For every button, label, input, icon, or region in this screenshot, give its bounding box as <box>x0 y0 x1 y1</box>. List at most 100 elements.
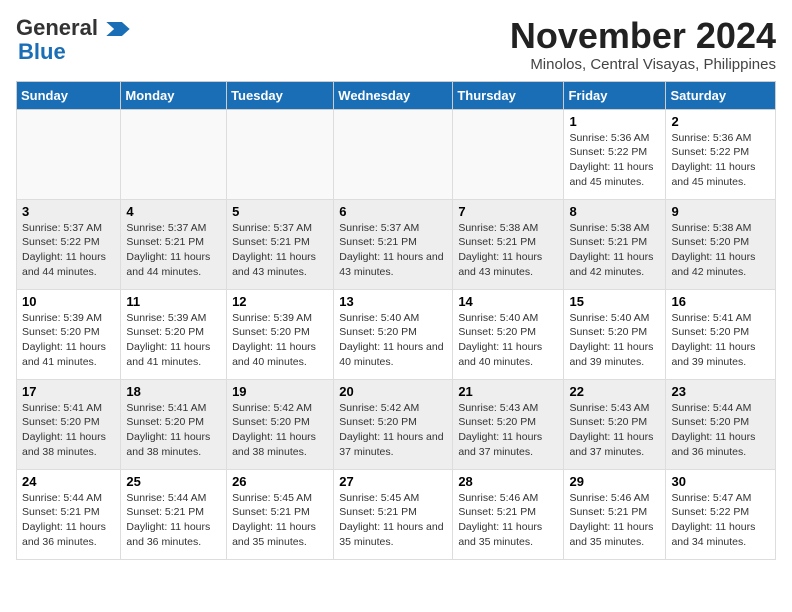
logo: General Blue <box>16 16 130 64</box>
weekday-header: Tuesday <box>227 81 334 109</box>
calendar-cell: 28Sunrise: 5:46 AMSunset: 5:21 PMDayligh… <box>453 469 564 559</box>
day-info: Sunrise: 5:38 AMSunset: 5:20 PMDaylight:… <box>671 221 770 280</box>
day-info-line: Daylight: 11 hours and 37 minutes. <box>339 430 447 459</box>
day-info: Sunrise: 5:42 AMSunset: 5:20 PMDaylight:… <box>232 401 328 460</box>
day-info-line: Daylight: 11 hours and 36 minutes. <box>22 520 115 549</box>
day-info-line: Daylight: 11 hours and 41 minutes. <box>126 340 221 369</box>
page-subtitle: Minolos, Central Visayas, Philippines <box>510 56 776 73</box>
calendar-cell <box>227 109 334 199</box>
calendar-cell: 14Sunrise: 5:40 AMSunset: 5:20 PMDayligh… <box>453 289 564 379</box>
calendar-cell: 17 Sunrise: 5:41 AMSunset: 5:20 PMDayligh… <box>17 379 121 469</box>
day-number: 22 <box>569 384 660 399</box>
day-number: 5 <box>232 204 328 219</box>
day-info-line: Sunset: 5:21 PM <box>126 505 221 520</box>
day-info-line: Sunset: 5:20 PM <box>569 325 660 340</box>
day-info-line: Daylight: 11 hours and 37 minutes. <box>458 430 558 459</box>
calendar-week-row: 24Sunrise: 5:44 AMSunset: 5:21 PMDayligh… <box>17 469 776 559</box>
weekday-header: Friday <box>564 81 666 109</box>
day-number: 29 <box>569 474 660 489</box>
day-info-line: Daylight: 11 hours and 35 minutes. <box>458 520 558 549</box>
day-info-line: Daylight: 11 hours and 35 minutes. <box>339 520 447 549</box>
day-info-line: Daylight: 11 hours and 36 minutes. <box>671 430 770 459</box>
day-info-line: Daylight: 11 hours and 38 minutes. <box>232 430 328 459</box>
day-info-line: Daylight: 11 hours and 34 minutes. <box>671 520 770 549</box>
day-info-line: Sunset: 5:21 PM <box>22 505 115 520</box>
day-number: 7 <box>458 204 558 219</box>
day-info-line: Sunset: 5:22 PM <box>22 235 115 250</box>
weekday-header: Monday <box>121 81 227 109</box>
day-info-line: Daylight: 11 hours and 45 minutes. <box>569 160 660 189</box>
day-info-line: Daylight: 11 hours and 35 minutes. <box>569 520 660 549</box>
logo-icon <box>106 22 130 36</box>
day-info-line: Sunset: 5:21 PM <box>458 235 558 250</box>
day-number: 4 <box>126 204 221 219</box>
calendar-cell <box>334 109 453 199</box>
day-info-line: Sunrise: 5:39 AM <box>126 311 221 326</box>
day-info-line: Sunset: 5:20 PM <box>671 415 770 430</box>
calendar-cell: 26Sunrise: 5:45 AMSunset: 5:21 PMDayligh… <box>227 469 334 559</box>
day-number: 28 <box>458 474 558 489</box>
day-info-line: Daylight: 11 hours and 44 minutes. <box>126 250 221 279</box>
calendar-cell: 15Sunrise: 5:40 AMSunset: 5:20 PMDayligh… <box>564 289 666 379</box>
day-info-line: Sunrise: 5:36 AM <box>569 131 660 146</box>
calendar-week-row: 3Sunrise: 5:37 AMSunset: 5:22 PMDaylight… <box>17 199 776 289</box>
day-info-line: Sunrise: 5:39 AM <box>232 311 328 326</box>
day-info-line: Daylight: 11 hours and 40 minutes. <box>232 340 328 369</box>
calendar-cell: 29Sunrise: 5:46 AMSunset: 5:21 PMDayligh… <box>564 469 666 559</box>
day-info: Sunrise: 5:39 AMSunset: 5:20 PMDaylight:… <box>232 311 328 370</box>
day-info-line: Sunrise: 5:36 AM <box>671 131 770 146</box>
day-info-line: Sunset: 5:20 PM <box>232 415 328 430</box>
calendar-cell: 1Sunrise: 5:36 AMSunset: 5:22 PMDaylight… <box>564 109 666 199</box>
page-header: General Blue November 2024 Minolos, Cent… <box>16 16 776 73</box>
day-info-line: Sunset: 5:20 PM <box>339 325 447 340</box>
day-info-line: Sunrise: 5:40 AM <box>458 311 558 326</box>
day-number: 12 <box>232 294 328 309</box>
day-info-line: Sunrise: 5:40 AM <box>569 311 660 326</box>
day-number: 9 <box>671 204 770 219</box>
day-number: 13 <box>339 294 447 309</box>
calendar-cell: 2Sunrise: 5:36 AMSunset: 5:22 PMDaylight… <box>666 109 776 199</box>
day-info: Sunrise: 5:42 AMSunset: 5:20 PMDaylight:… <box>339 401 447 460</box>
day-info-line: Daylight: 11 hours and 39 minutes. <box>569 340 660 369</box>
day-info-line: Sunset: 5:21 PM <box>126 235 221 250</box>
calendar-cell: 19 Sunrise: 5:42 AMSunset: 5:20 PMDayligh… <box>227 379 334 469</box>
day-info-line: Sunset: 5:21 PM <box>569 235 660 250</box>
day-number: 19 <box>232 384 328 399</box>
day-info-line: Sunset: 5:20 PM <box>22 415 115 430</box>
day-info-line: Sunrise: 5:41 AM <box>671 311 770 326</box>
day-number: 25 <box>126 474 221 489</box>
day-info: Sunrise: 5:39 AMSunset: 5:20 PMDaylight:… <box>22 311 115 370</box>
day-number: 3 <box>22 204 115 219</box>
day-info-line: Sunrise: 5:43 AM <box>569 401 660 416</box>
calendar-cell <box>121 109 227 199</box>
day-info: Sunrise: 5:38 AMSunset: 5:21 PMDaylight:… <box>569 221 660 280</box>
day-info: Sunrise: 5:37 AMSunset: 5:21 PMDaylight:… <box>126 221 221 280</box>
weekday-header: Thursday <box>453 81 564 109</box>
day-info: Sunrise: 5:37 AMSunset: 5:21 PMDaylight:… <box>339 221 447 280</box>
day-info-line: Daylight: 11 hours and 38 minutes. <box>126 430 221 459</box>
day-info-line: Daylight: 11 hours and 44 minutes. <box>22 250 115 279</box>
day-info-line: Sunrise: 5:37 AM <box>339 221 447 236</box>
day-info: Sunrise: 5:36 AMSunset: 5:22 PMDaylight:… <box>569 131 660 190</box>
calendar-cell: 13Sunrise: 5:40 AMSunset: 5:20 PMDayligh… <box>334 289 453 379</box>
day-number: 11 <box>126 294 221 309</box>
day-info-line: Daylight: 11 hours and 38 minutes. <box>22 430 115 459</box>
day-number: 17 <box>22 384 115 399</box>
logo-text-general: General <box>16 15 98 40</box>
day-number: 16 <box>671 294 770 309</box>
day-info-line: Daylight: 11 hours and 43 minutes. <box>232 250 328 279</box>
calendar-week-row: 10Sunrise: 5:39 AMSunset: 5:20 PMDayligh… <box>17 289 776 379</box>
day-info-line: Sunset: 5:22 PM <box>569 145 660 160</box>
calendar-cell: 16Sunrise: 5:41 AMSunset: 5:20 PMDayligh… <box>666 289 776 379</box>
day-number: 30 <box>671 474 770 489</box>
day-number: 18 <box>126 384 221 399</box>
calendar-week-row: 17Sunrise: 5:41 AMSunset: 5:20 PMDayligh… <box>17 379 776 469</box>
calendar-table: SundayMondayTuesdayWednesdayThursdayFrid… <box>16 81 776 560</box>
day-info-line: Sunrise: 5:41 AM <box>126 401 221 416</box>
day-number: 8 <box>569 204 660 219</box>
day-info: Sunrise: 5:41 AMSunset: 5:20 PMDaylight:… <box>22 401 115 460</box>
day-info-line: Sunset: 5:21 PM <box>458 505 558 520</box>
day-number: 27 <box>339 474 447 489</box>
day-number: 26 <box>232 474 328 489</box>
calendar-week-row: 1Sunrise: 5:36 AMSunset: 5:22 PMDaylight… <box>17 109 776 199</box>
